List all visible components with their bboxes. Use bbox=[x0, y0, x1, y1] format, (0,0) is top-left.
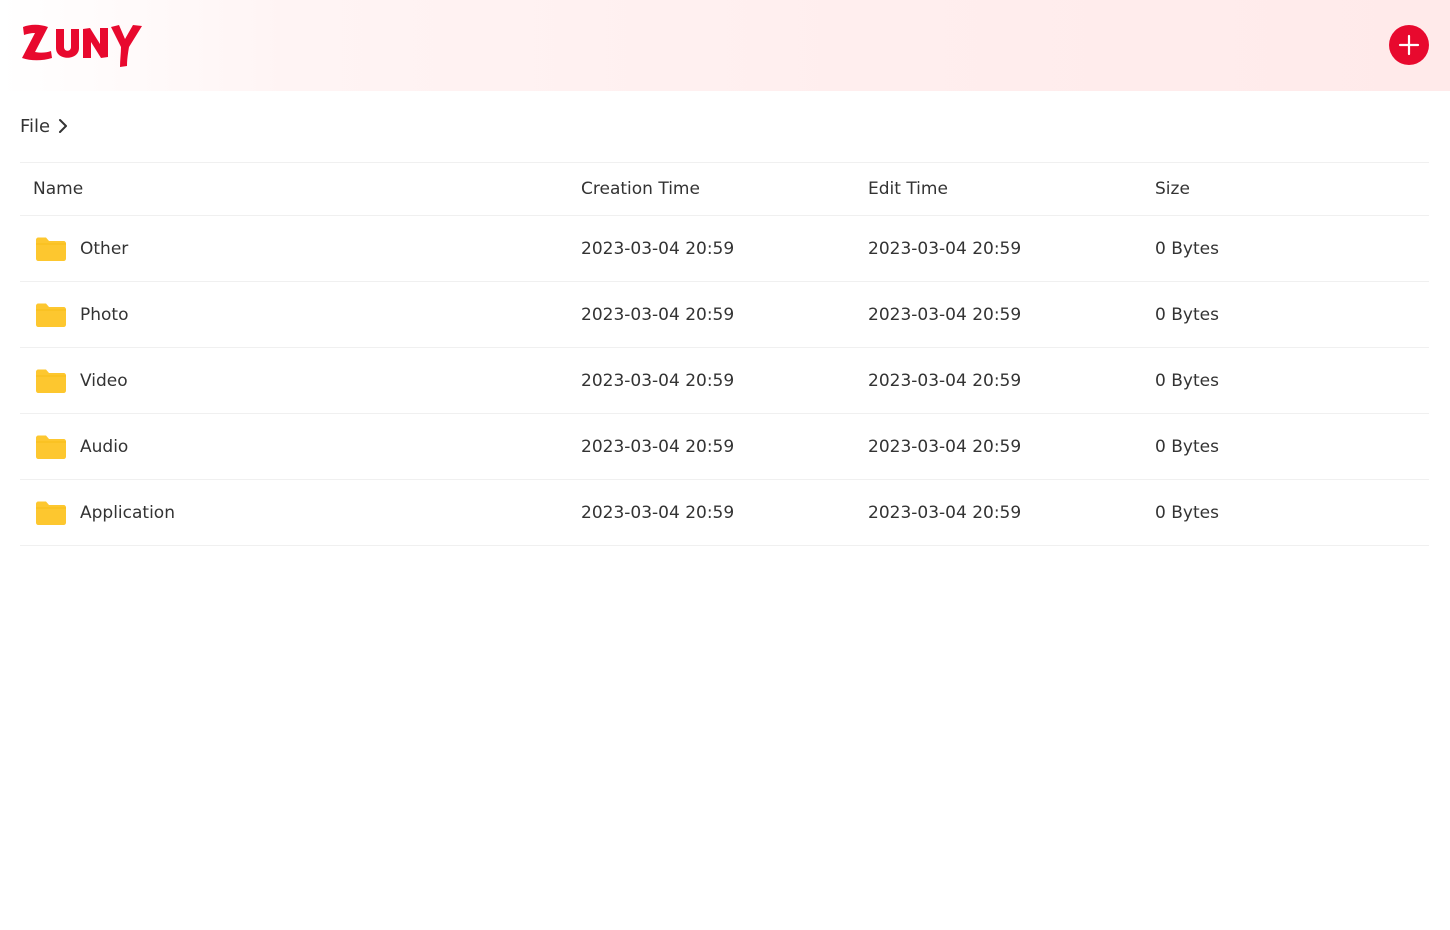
top-header bbox=[0, 0, 1450, 91]
folder-name[interactable]: Audio bbox=[80, 437, 128, 457]
breadcrumb: File bbox=[20, 113, 68, 139]
edit-time-cell: 2023-03-04 20:59 bbox=[868, 436, 1022, 457]
chevron-right-icon bbox=[58, 118, 68, 134]
folder-name[interactable]: Photo bbox=[80, 305, 129, 325]
size-cell: 0 Bytes bbox=[1155, 370, 1219, 391]
column-header-edit-time[interactable]: Edit Time bbox=[868, 179, 1155, 199]
table-header-row: Name Creation Time Edit Time Size bbox=[20, 163, 1429, 216]
creation-time-cell: 2023-03-04 20:59 bbox=[581, 238, 735, 259]
folder-icon bbox=[35, 302, 67, 328]
breadcrumb-item-file[interactable]: File bbox=[20, 116, 50, 137]
zuny-logo[interactable] bbox=[20, 20, 146, 68]
name-cell: Video bbox=[20, 368, 581, 394]
edit-time-cell: 2023-03-04 20:59 bbox=[868, 238, 1022, 259]
size-cell: 0 Bytes bbox=[1155, 238, 1219, 259]
table-row[interactable]: Other 2023-03-04 20:59 2023-03-04 20:59 … bbox=[20, 216, 1429, 282]
folder-icon bbox=[35, 434, 67, 460]
creation-time-cell: 2023-03-04 20:59 bbox=[581, 502, 735, 523]
edit-time-cell: 2023-03-04 20:59 bbox=[868, 370, 1022, 391]
column-header-size[interactable]: Size bbox=[1155, 179, 1429, 199]
column-header-name[interactable]: Name bbox=[20, 179, 581, 199]
table-row[interactable]: Audio 2023-03-04 20:59 2023-03-04 20:59 … bbox=[20, 414, 1429, 480]
size-cell: 0 Bytes bbox=[1155, 304, 1219, 325]
folder-name[interactable]: Other bbox=[80, 239, 128, 259]
creation-time-cell: 2023-03-04 20:59 bbox=[581, 370, 735, 391]
table-row[interactable]: Photo 2023-03-04 20:59 2023-03-04 20:59 … bbox=[20, 282, 1429, 348]
folder-name[interactable]: Video bbox=[80, 371, 128, 391]
creation-time-cell: 2023-03-04 20:59 bbox=[581, 436, 735, 457]
edit-time-cell: 2023-03-04 20:59 bbox=[868, 304, 1022, 325]
size-cell: 0 Bytes bbox=[1155, 502, 1219, 523]
creation-time-cell: 2023-03-04 20:59 bbox=[581, 304, 735, 325]
folder-icon bbox=[35, 236, 67, 262]
plus-icon bbox=[1389, 25, 1429, 65]
name-cell: Audio bbox=[20, 434, 581, 460]
folder-icon bbox=[35, 368, 67, 394]
column-header-creation-time[interactable]: Creation Time bbox=[581, 179, 868, 199]
name-cell: Application bbox=[20, 500, 581, 526]
file-table: Name Creation Time Edit Time Size Other … bbox=[20, 162, 1429, 546]
name-cell: Photo bbox=[20, 302, 581, 328]
table-row[interactable]: Application 2023-03-04 20:59 2023-03-04 … bbox=[20, 480, 1429, 546]
edit-time-cell: 2023-03-04 20:59 bbox=[868, 502, 1022, 523]
folder-name[interactable]: Application bbox=[80, 503, 175, 523]
folder-icon bbox=[35, 500, 67, 526]
name-cell: Other bbox=[20, 236, 581, 262]
size-cell: 0 Bytes bbox=[1155, 436, 1219, 457]
table-row[interactable]: Video 2023-03-04 20:59 2023-03-04 20:59 … bbox=[20, 348, 1429, 414]
add-button[interactable] bbox=[1389, 25, 1429, 65]
